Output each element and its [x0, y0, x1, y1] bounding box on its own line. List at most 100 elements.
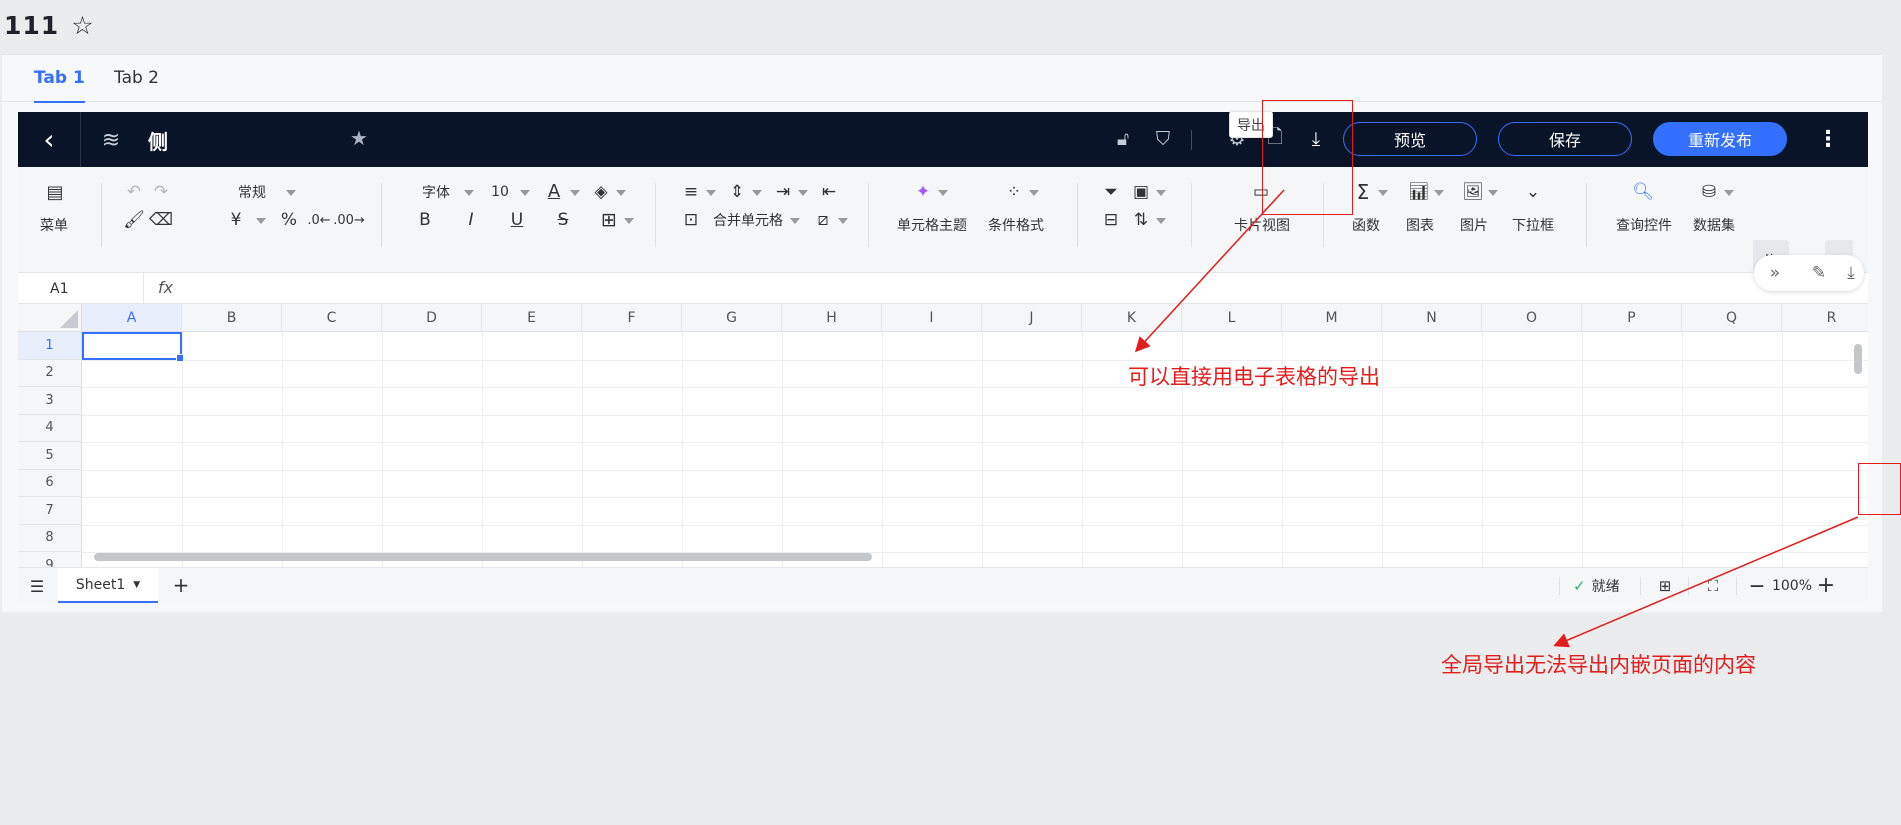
percent-button[interactable]: % [278, 210, 300, 230]
sheet-list-icon[interactable]: ☰ [26, 576, 48, 596]
split-icon[interactable]: ⊟ [1098, 207, 1124, 233]
number-format-select[interactable]: 常规 [232, 182, 272, 202]
row-header[interactable]: 8 [18, 524, 82, 552]
column-header[interactable]: N [1382, 304, 1482, 332]
document-name[interactable]: 侧 [148, 126, 168, 155]
column-header[interactable]: I [882, 304, 982, 332]
cell-theme-button[interactable]: 单元格主题 [890, 215, 974, 235]
fill-color-icon[interactable]: ◈ [588, 179, 614, 205]
column-header[interactable]: D [382, 304, 482, 332]
redo-icon[interactable]: ↷ [148, 179, 174, 205]
row-header[interactable]: 3 [18, 387, 82, 415]
column-header[interactable]: C [282, 304, 382, 332]
diagonal-border-icon[interactable]: ⧄ [810, 207, 836, 233]
card-view-button[interactable]: 卡片视图 [1226, 215, 1298, 235]
format-painter-icon[interactable]: 🖌︎ [121, 207, 147, 233]
selected-cell[interactable] [82, 332, 184, 362]
font-family-select[interactable]: 字体 [416, 182, 456, 202]
download-icon[interactable]: ⤓ [1838, 260, 1864, 286]
column-header[interactable]: Q [1682, 304, 1782, 332]
row-header[interactable]: 2 [18, 359, 82, 387]
function-button[interactable]: 函数 [1348, 215, 1384, 235]
chart-button[interactable]: 图表 [1402, 215, 1438, 235]
currency-button[interactable]: ¥ [223, 210, 249, 230]
horizontal-scrollbar[interactable] [94, 553, 872, 561]
strikethrough-button[interactable]: S [552, 210, 574, 230]
query-control-icon[interactable]: 🔍︎ [1630, 179, 1656, 205]
chart-icon[interactable]: 📊︎ [1406, 179, 1432, 205]
save-button[interactable]: 保存 [1498, 122, 1632, 156]
row-header[interactable]: 5 [18, 442, 82, 470]
zoom-in-button[interactable]: + [1816, 573, 1836, 598]
cell-theme-icon[interactable]: ✦ [910, 179, 936, 205]
indent-icon[interactable]: ⇤ [816, 179, 842, 205]
decrease-decimal-icon[interactable]: .0← [306, 207, 332, 233]
conditional-format-icon[interactable]: ⁘ [1001, 179, 1027, 205]
increase-decimal-icon[interactable]: .00→ [333, 207, 365, 233]
lock-icon[interactable]: 🔓︎ [1110, 126, 1136, 152]
undo-icon[interactable]: ↶ [121, 179, 147, 205]
column-header[interactable]: K [1082, 304, 1182, 332]
column-header[interactable]: H [782, 304, 882, 332]
image-button[interactable]: 图片 [1456, 215, 1492, 235]
conditional-format-button[interactable]: 条件格式 [980, 215, 1052, 235]
collapse-icon[interactable]: » [1762, 260, 1788, 286]
sort-icon[interactable]: ⇅ [1128, 207, 1154, 233]
filter-icon[interactable]: ⏷ [1098, 179, 1124, 205]
font-size-select[interactable]: 10 [488, 182, 512, 202]
edit-icon[interactable]: ✎ [1806, 260, 1832, 286]
column-header[interactable]: P [1582, 304, 1682, 332]
shield-icon[interactable]: ⛉ [1150, 126, 1176, 152]
eraser-icon[interactable]: ⌫ [148, 207, 174, 233]
column-header[interactable]: G [682, 304, 782, 332]
bold-button[interactable]: B [414, 210, 436, 230]
menu-icon[interactable]: ▤ [42, 179, 68, 205]
row-header[interactable]: 9 [18, 552, 82, 567]
menu-label[interactable]: 菜单 [34, 215, 74, 235]
dataset-button[interactable]: 数据集 [1690, 215, 1738, 235]
row-header[interactable]: 1 [18, 332, 82, 360]
fullscreen-icon[interactable]: ⛶ [1702, 575, 1724, 597]
layers-icon[interactable]: ≋ [98, 127, 124, 153]
tab-2[interactable]: Tab 2 [114, 68, 159, 102]
align-left-icon[interactable]: ≡ [678, 179, 704, 205]
row-header[interactable]: 7 [18, 497, 82, 525]
column-header[interactable]: R [1782, 304, 1868, 332]
italic-button[interactable]: I [460, 210, 482, 230]
vertical-scrollbar[interactable] [1854, 344, 1862, 374]
back-button[interactable]: ‹ [18, 112, 81, 167]
column-header[interactable]: O [1482, 304, 1582, 332]
column-header[interactable]: A [82, 304, 182, 332]
border-icon[interactable]: ⊞ [596, 207, 622, 233]
layout-icon[interactable]: ⊞ [1654, 575, 1676, 597]
function-icon[interactable]: Σ [1350, 179, 1376, 205]
query-control-button[interactable]: 查询控件 [1612, 215, 1676, 235]
underline-button[interactable]: U [506, 210, 528, 230]
column-header[interactable]: J [982, 304, 1082, 332]
text-wrap-icon[interactable]: ⇥ [770, 179, 796, 205]
zoom-out-button[interactable]: — [1748, 575, 1766, 597]
dataset-icon[interactable]: ⛁ [1696, 179, 1722, 205]
freeze-icon[interactable]: ▣ [1128, 179, 1154, 205]
add-sheet-button[interactable]: + [170, 573, 192, 597]
favorite-star-icon[interactable]: ★ [350, 126, 368, 150]
row-header[interactable]: 4 [18, 414, 82, 442]
sheet-tab[interactable]: Sheet1 ▼ [58, 568, 158, 603]
text-color-button[interactable]: A [544, 180, 564, 202]
more-icon[interactable]: ⋮ [1817, 124, 1839, 154]
spreadsheet-grid[interactable]: ABCDEFGHIJKLMNOPQR 123456789 [18, 304, 1868, 567]
image-icon[interactable]: 🖼︎ [1460, 179, 1486, 205]
dropdown-icon[interactable]: ⌄ [1520, 179, 1546, 205]
vertical-align-icon[interactable]: ⇕ [724, 179, 750, 205]
zoom-level[interactable]: 100% [1772, 575, 1812, 597]
republish-button[interactable]: 重新发布 [1653, 122, 1787, 156]
cell-reference-box[interactable]: A1 [18, 273, 144, 304]
tab-1[interactable]: Tab 1 [34, 68, 85, 103]
star-icon[interactable]: ☆ [71, 13, 93, 38]
row-header[interactable]: 6 [18, 469, 82, 497]
column-header[interactable]: F [582, 304, 682, 332]
column-header[interactable]: B [182, 304, 282, 332]
column-header[interactable]: M [1282, 304, 1382, 332]
merge-cells-button[interactable]: 合并单元格 [708, 210, 788, 230]
column-header[interactable]: E [482, 304, 582, 332]
